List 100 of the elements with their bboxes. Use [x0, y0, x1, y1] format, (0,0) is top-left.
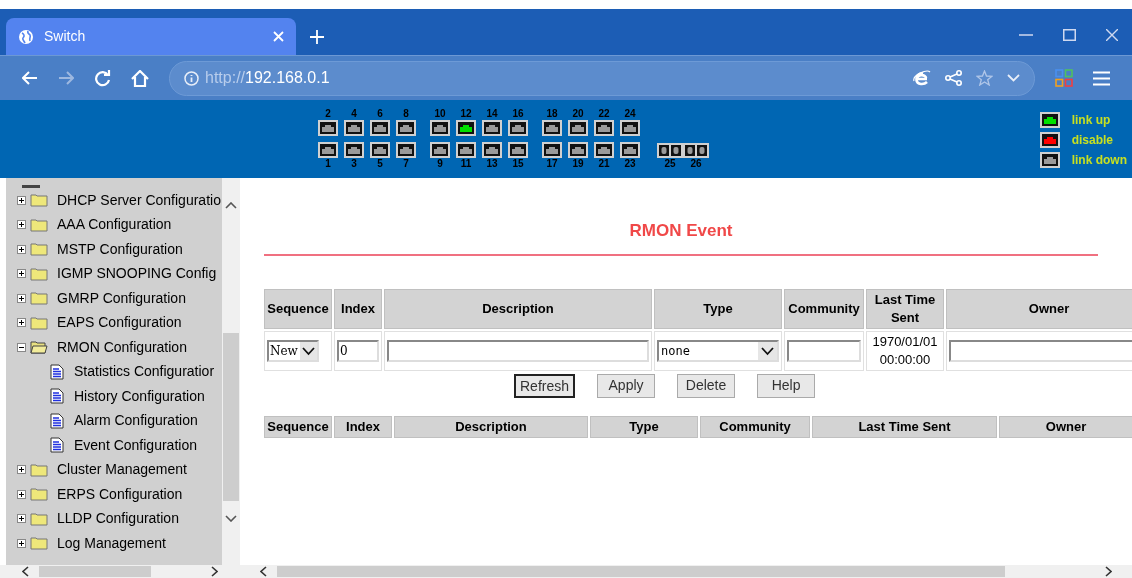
browser-tab[interactable]: Switch	[6, 18, 296, 55]
scrollbar-thumb[interactable]	[277, 566, 1005, 577]
expand-icon[interactable]	[17, 318, 26, 328]
community-field[interactable]	[787, 339, 861, 362]
document-icon	[50, 388, 64, 405]
tree-item[interactable]: History Configuration	[6, 384, 223, 409]
tree-item[interactable]: IGMP SNOOPING Config	[6, 261, 223, 286]
tree-item[interactable]: Log Management	[6, 531, 223, 556]
port-number: 10	[434, 108, 446, 119]
horizontal-scrollbar[interactable]	[0, 565, 240, 578]
expand-icon[interactable]	[17, 514, 26, 524]
open-folder-icon	[30, 340, 48, 355]
expand-icon[interactable]	[17, 538, 26, 548]
index-field[interactable]: 0	[337, 339, 379, 362]
port-number: 23	[624, 158, 636, 169]
chevron-down-icon[interactable]	[758, 341, 777, 360]
column-header: Description	[394, 415, 588, 438]
expand-icon[interactable]	[17, 293, 26, 303]
sequence-select[interactable]: New	[267, 339, 319, 362]
last-time-sent-cell: 1970/01/01 00:00:00	[866, 330, 944, 371]
folder-icon	[30, 315, 48, 330]
collapse-icon[interactable]	[17, 342, 26, 352]
tree-item-label: Alarm Configuration	[74, 411, 198, 431]
back-arrow-icon[interactable]	[22, 71, 38, 85]
tree-item[interactable]: Statistics Configuratior	[6, 359, 223, 384]
maximize-icon[interactable]	[1063, 29, 1076, 41]
form-button[interactable]: Delete	[677, 373, 736, 398]
tree-item[interactable]: MSTP Configuration	[6, 237, 223, 262]
tree-item[interactable]: LLDP Configuration	[6, 506, 223, 531]
expand-icon[interactable]	[17, 465, 26, 475]
legend-label: disable	[1071, 132, 1113, 148]
horizontal-scrollbar[interactable]	[240, 565, 1132, 578]
tree-item[interactable]: Alarm Configuration	[6, 408, 223, 433]
column-header: Index	[334, 415, 392, 438]
expand-icon[interactable]	[17, 244, 26, 254]
owner-field[interactable]	[949, 339, 1132, 362]
menu-icon[interactable]	[1093, 70, 1110, 86]
scroll-left-icon[interactable]	[260, 566, 267, 577]
select-value: none	[660, 342, 691, 360]
type-select[interactable]: none	[657, 339, 779, 362]
expand-icon[interactable]	[17, 195, 26, 205]
port-number: 12	[460, 108, 472, 119]
tree-item[interactable]: EAPS Configuration	[6, 310, 223, 335]
column-header: Community	[784, 288, 864, 329]
scrollbar-thumb[interactable]	[223, 333, 240, 501]
port-number: 16	[512, 108, 524, 119]
tree-item-label: Cluster Management	[57, 460, 187, 480]
tree-item[interactable]: GMRP Configuration	[6, 286, 223, 311]
column-header: Sequence	[264, 288, 332, 329]
close-icon[interactable]	[1106, 29, 1118, 41]
scroll-right-icon[interactable]	[211, 566, 218, 577]
expand-icon[interactable]	[17, 489, 26, 499]
description-field[interactable]	[387, 339, 649, 362]
column-header: Community	[700, 415, 810, 438]
legend-label: link down	[1071, 152, 1127, 168]
tree-item[interactable]: RMON Configuration	[6, 335, 223, 360]
browser-logo-icon[interactable]	[913, 69, 931, 87]
scrollbar-thumb[interactable]	[39, 566, 151, 577]
tree-item[interactable]: AAA Configuration	[6, 212, 223, 237]
scroll-down-icon[interactable]	[225, 515, 238, 522]
tree-item[interactable]: Event Configuration	[6, 433, 223, 458]
share-icon[interactable]	[945, 70, 962, 86]
info-icon[interactable]	[184, 70, 199, 86]
port-number: 11	[460, 158, 472, 169]
home-icon[interactable]	[131, 69, 149, 87]
port-number: 21	[598, 158, 610, 169]
port-number: 17	[546, 158, 558, 169]
folder-icon	[30, 193, 48, 208]
tree-item[interactable]: ERPS Configuration	[6, 482, 223, 507]
tree-item[interactable]: DHCP Server Configuratio	[6, 188, 223, 213]
scroll-right-icon[interactable]	[1105, 566, 1112, 577]
form-button[interactable]: Help	[757, 373, 816, 398]
port-number: 8	[403, 108, 409, 119]
form-button[interactable]: Apply	[597, 373, 656, 398]
column-header: Type	[654, 288, 782, 329]
scroll-up-icon[interactable]	[225, 202, 238, 209]
reload-icon[interactable]	[94, 69, 111, 87]
new-tab-icon[interactable]	[310, 30, 324, 44]
tree-item-label: GMRP Configuration	[57, 288, 186, 308]
tree-item-label: RMON Configuration	[57, 337, 187, 357]
folder-icon	[30, 217, 48, 232]
tree-item[interactable]: Cluster Management	[6, 457, 223, 482]
expand-icon[interactable]	[17, 269, 26, 279]
folder-icon	[30, 242, 48, 257]
tree-item-label: ERPS Configuration	[57, 484, 183, 504]
port-number: 13	[486, 158, 498, 169]
scroll-left-icon[interactable]	[22, 566, 29, 577]
tab-title: Switch	[44, 27, 87, 46]
expand-icon[interactable]	[17, 220, 26, 230]
vertical-scrollbar[interactable]	[222, 178, 240, 565]
column-header: Last Time Sent	[812, 415, 997, 438]
column-header: Owner	[999, 415, 1132, 438]
column-header: Index	[334, 288, 382, 329]
port-number: 3	[351, 158, 357, 169]
form-button[interactable]: Refresh	[514, 373, 576, 398]
port-number: 25	[664, 158, 676, 169]
star-icon[interactable]	[976, 70, 993, 86]
chevron-down-icon[interactable]	[300, 341, 317, 360]
column-header: Type	[590, 415, 698, 438]
port-number: 1	[325, 158, 331, 169]
